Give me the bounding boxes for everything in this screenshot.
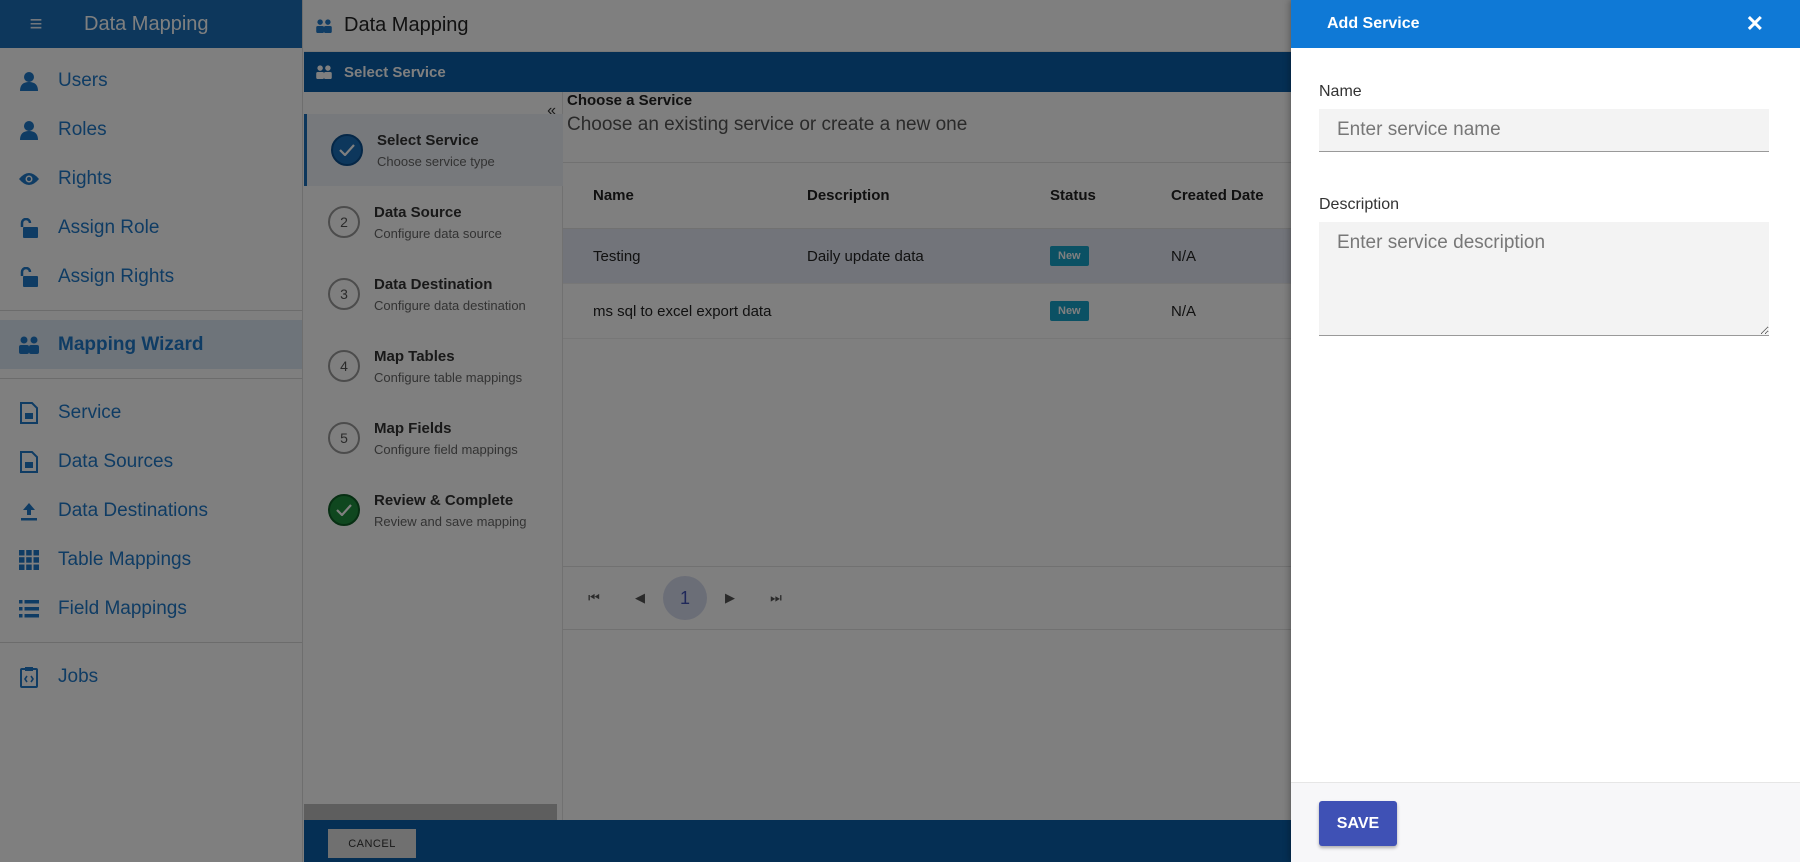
drawer-body: Name Description [1291,48,1800,341]
save-button[interactable]: SAVE [1319,801,1397,846]
description-label: Description [1319,196,1400,213]
name-label: Name [1319,83,1362,100]
drawer-footer: SAVE [1291,782,1800,862]
drawer-header: Add Service ✕ [1291,0,1800,48]
close-icon[interactable]: ✕ [1746,11,1764,37]
add-service-drawer: Add Service ✕ Name Description SAVE [1291,0,1800,862]
service-description-input[interactable] [1319,222,1769,336]
service-name-input[interactable] [1319,109,1769,152]
drawer-title: Add Service [1327,15,1420,32]
